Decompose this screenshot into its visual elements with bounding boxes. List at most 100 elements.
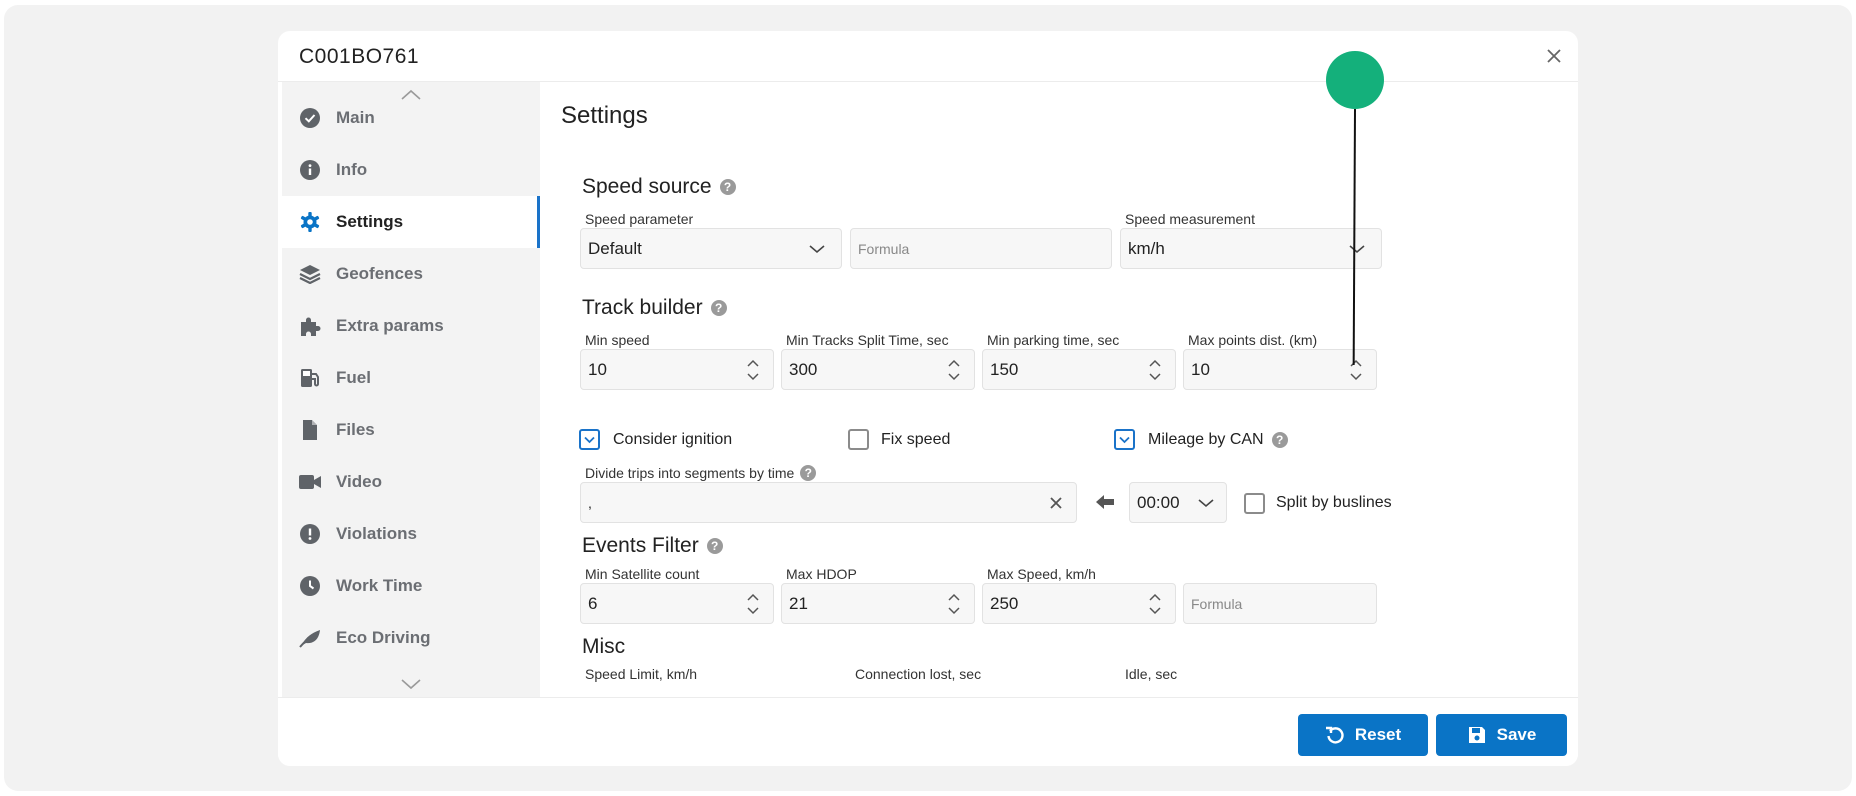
sidebar-item-label: Files bbox=[336, 420, 375, 439]
min-speed-input[interactable]: 10 bbox=[580, 349, 774, 390]
consider-ignition-checkbox[interactable] bbox=[579, 429, 600, 450]
sidebar-item-info[interactable]: Info bbox=[282, 144, 540, 196]
puzzle-icon bbox=[298, 314, 322, 338]
section-title-text: Speed source bbox=[582, 175, 712, 198]
close-icon[interactable] bbox=[1542, 44, 1566, 68]
section-title-text: Events Filter bbox=[582, 534, 699, 557]
time-select[interactable]: 00:00 bbox=[1129, 482, 1227, 523]
speed-formula-input[interactable]: Formula bbox=[850, 228, 1112, 269]
sidebar-item-label: Video bbox=[336, 472, 382, 491]
divide-trips-label-text: Divide trips into segments by time bbox=[585, 465, 795, 481]
speed-source-section-title: Speed source ? bbox=[582, 175, 736, 199]
sidebar-item-video[interactable]: Video bbox=[282, 456, 540, 508]
clock-icon bbox=[298, 574, 322, 598]
divide-trips-input[interactable]: , bbox=[580, 482, 1077, 523]
min-speed-value: 10 bbox=[588, 359, 607, 379]
max-points-input[interactable]: 10 bbox=[1183, 349, 1377, 390]
help-icon[interactable]: ? bbox=[800, 465, 817, 481]
speed-parameter-select[interactable]: Default bbox=[580, 228, 842, 269]
gear-icon bbox=[298, 210, 322, 234]
help-icon[interactable]: ? bbox=[706, 538, 723, 554]
formula-placeholder: Formula bbox=[858, 240, 910, 257]
sidebar-item-geofences[interactable]: Geofences bbox=[282, 248, 540, 300]
check-circle-icon bbox=[298, 106, 322, 130]
speed-measurement-label: Speed measurement bbox=[1125, 211, 1255, 227]
reset-button[interactable]: Reset bbox=[1298, 714, 1428, 756]
section-title-text: Misc bbox=[582, 635, 626, 658]
idle-label: Idle, sec bbox=[1125, 666, 1178, 682]
spinner-arrows-icon[interactable] bbox=[947, 591, 961, 617]
events-formula-input[interactable]: Formula bbox=[1183, 583, 1377, 624]
save-button[interactable]: Save bbox=[1436, 714, 1567, 756]
max-hdop-input[interactable]: 21 bbox=[781, 583, 975, 624]
min-satellite-input[interactable]: 6 bbox=[580, 583, 774, 624]
save-icon bbox=[1468, 727, 1485, 743]
speed-parameter-value: Default bbox=[588, 238, 642, 258]
events-filter-section-title: Events Filter ? bbox=[582, 534, 723, 558]
consider-ignition-label: Consider ignition bbox=[613, 431, 733, 448]
pointer-marker-dot bbox=[1326, 51, 1384, 109]
sidebar-item-main[interactable]: Main bbox=[282, 92, 540, 144]
mileage-can-label: Mileage by CAN ? bbox=[1148, 431, 1288, 449]
misc-section-title: Misc bbox=[582, 635, 625, 659]
fuel-pump-icon bbox=[298, 366, 322, 390]
fix-speed-label: Fix speed bbox=[881, 431, 951, 448]
min-speed-label: Min speed bbox=[585, 332, 650, 348]
divide-trips-value: , bbox=[588, 494, 592, 511]
video-camera-icon bbox=[298, 470, 322, 494]
page-title: Settings bbox=[561, 102, 648, 129]
sidebar-item-violations[interactable]: Violations bbox=[282, 508, 540, 560]
fix-speed-checkbox[interactable] bbox=[848, 429, 869, 450]
split-buslines-checkbox[interactable] bbox=[1244, 493, 1265, 514]
info-icon bbox=[298, 158, 322, 182]
undo-icon bbox=[1325, 726, 1344, 744]
max-speed-label: Max Speed, km/h bbox=[987, 566, 1096, 582]
sidebar-item-eco-driving[interactable]: Eco Driving bbox=[282, 612, 540, 664]
sidebar: Main Info Settings Geofences Extra param bbox=[282, 82, 540, 697]
mileage-can-checkbox[interactable] bbox=[1114, 429, 1135, 450]
clear-icon[interactable] bbox=[1048, 495, 1064, 511]
help-icon[interactable]: ? bbox=[719, 179, 736, 195]
chevron-down-icon bbox=[1349, 244, 1365, 253]
sidebar-item-label: Fuel bbox=[336, 368, 371, 387]
spinner-arrows-icon[interactable] bbox=[1148, 357, 1162, 383]
section-title-text: Track builder bbox=[582, 296, 703, 319]
max-hdop-value: 21 bbox=[789, 593, 808, 613]
arrow-left-icon[interactable] bbox=[1095, 493, 1115, 511]
sidebar-item-files[interactable]: Files bbox=[282, 404, 540, 456]
max-speed-value: 250 bbox=[990, 593, 1019, 613]
sidebar-item-work-time[interactable]: Work Time bbox=[282, 560, 540, 612]
connection-lost-label: Connection lost, sec bbox=[855, 666, 982, 682]
sidebar-item-label: Work Time bbox=[336, 576, 423, 595]
max-points-value: 10 bbox=[1191, 359, 1210, 379]
sidebar-item-label: Geofences bbox=[336, 264, 423, 283]
spinner-arrows-icon[interactable] bbox=[746, 357, 760, 383]
settings-content: Settings Speed source ? Speed parameter … bbox=[540, 82, 1578, 697]
sidebar-scroll-down-icon[interactable] bbox=[282, 671, 540, 697]
spinner-arrows-icon[interactable] bbox=[1148, 591, 1162, 617]
split-time-input[interactable]: 300 bbox=[781, 349, 975, 390]
help-icon[interactable]: ? bbox=[1271, 432, 1288, 448]
leaf-icon bbox=[298, 626, 322, 650]
sidebar-item-label: Settings bbox=[336, 212, 404, 231]
sidebar-item-fuel[interactable]: Fuel bbox=[282, 352, 540, 404]
track-builder-section-title: Track builder ? bbox=[582, 296, 727, 320]
sidebar-item-settings[interactable]: Settings bbox=[282, 196, 540, 248]
parking-time-label: Min parking time, sec bbox=[987, 332, 1120, 348]
formula-placeholder: Formula bbox=[1191, 595, 1243, 612]
spinner-arrows-icon[interactable] bbox=[947, 357, 961, 383]
time-value: 00:00 bbox=[1137, 492, 1180, 512]
speed-measurement-select[interactable]: km/h bbox=[1120, 228, 1382, 269]
spinner-arrows-icon[interactable] bbox=[746, 591, 760, 617]
settings-modal: C001BO761 Main Info Settings Geofences E… bbox=[278, 31, 1578, 766]
sidebar-item-extra-params[interactable]: Extra params bbox=[282, 300, 540, 352]
sidebar-item-label: Extra params bbox=[336, 316, 444, 335]
help-icon[interactable]: ? bbox=[710, 300, 727, 316]
max-speed-input[interactable]: 250 bbox=[982, 583, 1176, 624]
split-time-value: 300 bbox=[789, 359, 818, 379]
modal-title: C001BO761 bbox=[299, 45, 420, 68]
spinner-arrows-icon[interactable] bbox=[1349, 357, 1363, 383]
divide-trips-label: Divide trips into segments by time ? bbox=[585, 465, 817, 481]
parking-time-input[interactable]: 150 bbox=[982, 349, 1176, 390]
sidebar-item-label: Main bbox=[336, 108, 375, 127]
